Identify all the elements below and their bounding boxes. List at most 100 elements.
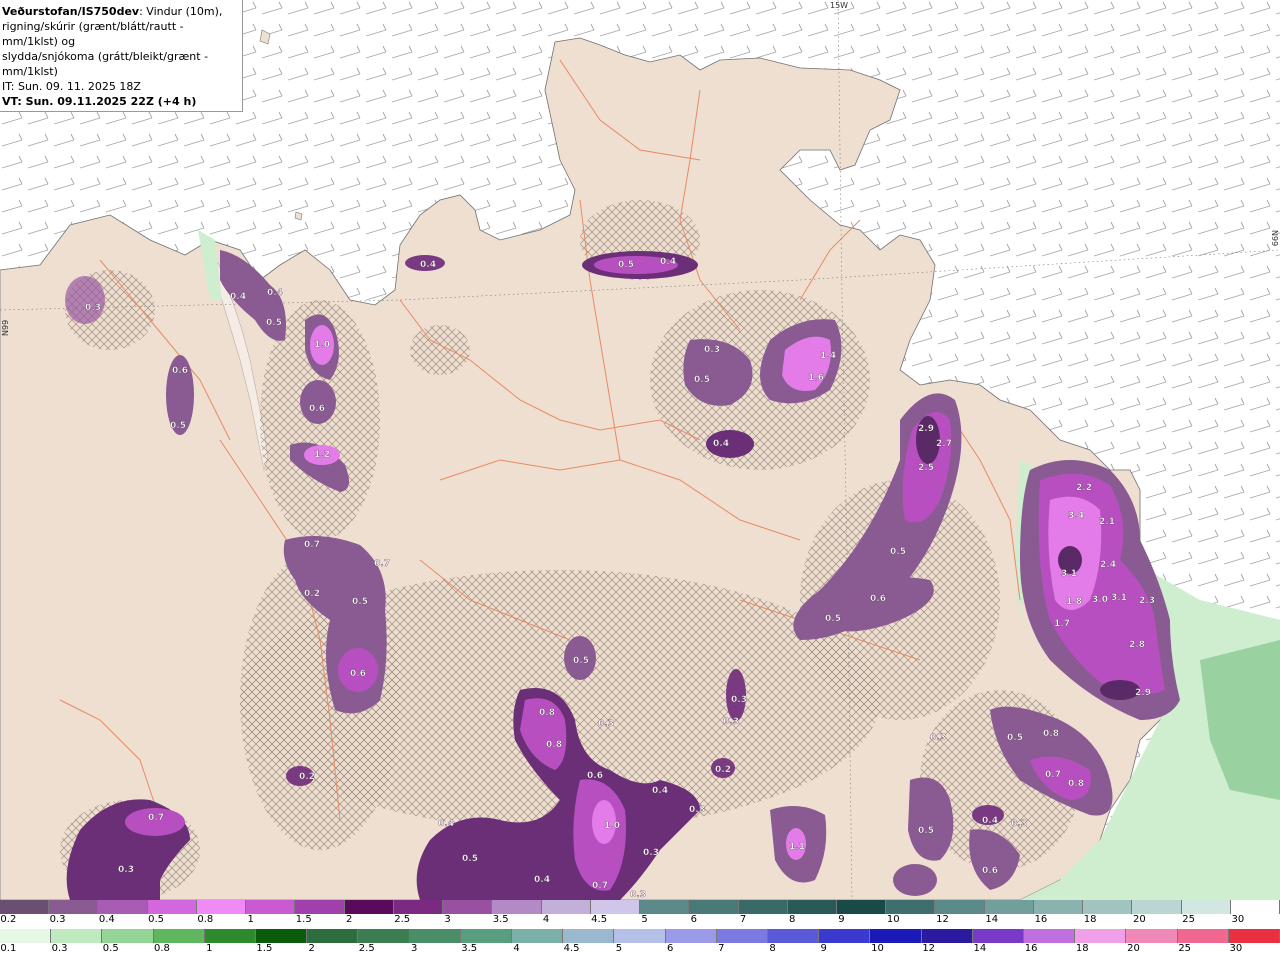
legend-swatch [768,929,820,943]
precip-value: 2.9 [1135,688,1151,698]
precip-value: 1.0 [604,821,620,831]
precip-value: 0.3 [930,733,946,743]
precip-value: 0.8 [546,740,562,750]
legend-swatch [409,929,461,943]
precip-value: 0.3 [630,890,646,900]
legend-rain-swatches [0,929,1280,943]
precip-value: 3.1 [1061,569,1077,579]
legend-label: 30 [1231,914,1245,925]
precip-value: 3.4 [1068,511,1084,521]
legend-label: 9 [838,914,845,925]
valid-time: VT: Sun. 09.11.2025 22Z (+4 h) [2,95,197,108]
legend-label: 16 [1024,943,1038,954]
legend-label: 0.8 [154,943,170,954]
legend-label: 7 [739,914,747,925]
legend-label: 10 [886,914,900,925]
precip-value: 1.2 [314,450,330,460]
legend-swatch [295,900,345,914]
legend-label: 12 [922,943,936,954]
legend-label: 8 [769,943,776,954]
legend-label: 1.5 [295,914,312,925]
legend-label: 1 [206,943,213,954]
legend-swatch [0,900,50,914]
legend-swatch [1228,929,1280,943]
legend-swatch [196,900,247,914]
precip-value: 3.0 [1092,595,1108,605]
precip-value: 0.3 [643,848,659,858]
legend-label: 2.5 [394,914,411,925]
legend-label: 2 [308,943,315,954]
precip-value: 0.6 [350,669,366,679]
legend-rain-labels: 0.1 0.3 0.5 0.8 1 1.5 2 2.5 3 3.5 4 4.5 5 6 7 8 9 10 12 14 1… [0,943,1280,957]
legend-label: 3 [444,914,451,925]
legend-label: 7 [718,943,725,954]
precip-value: 0.5 [170,421,186,431]
legend-label: 14 [985,914,999,925]
precip-value: 0.5 [890,547,906,557]
legend-snow-swatches [0,900,1280,914]
precip-value: 0.6 [982,866,998,876]
precip-value: 0.3 [723,717,739,727]
legend-swatch [716,929,769,943]
legend-label: 5 [615,943,623,954]
legend-label: 0.3 [51,943,68,954]
legend-swatch [921,929,973,943]
legend-swatch [1024,929,1076,943]
precip-value: 0.8 [1043,729,1059,739]
precip-value: 0.3 [704,345,720,355]
model-title: Veðurstofan/IS750dev [2,5,140,18]
legend-swatch [1132,900,1182,914]
legend-label: 0.5 [102,943,119,954]
legend-swatch [738,900,788,914]
legend-swatch [98,900,148,914]
precip-value: 0.6 [587,771,603,781]
precip-value: 2.4 [1100,560,1116,570]
precip-value: 0.6 [309,404,325,414]
precip-value: 0.3 [689,805,705,815]
precip-value: 1.0 [314,340,330,350]
legend-label: 4 [513,943,520,954]
legend-label: 0.8 [197,914,214,925]
legend-label: 25 [1178,943,1192,954]
precip-value: 0.6 [172,366,188,376]
legend-swatch [614,929,666,943]
precip-value: 0.3 [731,695,747,705]
precip-value: 2.3 [1139,596,1155,606]
legend-swatch [204,929,257,943]
legend-swatch [1230,900,1280,914]
legend-label: 2 [345,914,353,925]
legend-label: 3.5 [492,914,509,925]
legend-swatch [886,900,936,914]
precip-value: 0.5 [573,656,589,666]
precip-value: 0.3 [1011,819,1027,829]
precip-value: 0.5 [352,597,368,607]
legend-label: 6 [666,943,674,954]
precip-value: 0.5 [694,375,710,385]
precip-value: 0.5 [825,614,841,624]
legend-swatch [1181,900,1231,914]
desc-line-3: slydda/snjókoma (grátt/bleikt/grænt - mm… [2,50,209,78]
precip-value: 0.5 [1007,733,1023,743]
legend-swatch [147,900,197,914]
legend-label: 1.5 [256,943,273,954]
precip-value: 0.7 [374,559,390,569]
grid-label-right: N99 [1270,230,1279,246]
legend-swatch [512,929,564,943]
legend-swatch [49,900,99,914]
legend-label: 3 [410,943,418,954]
legend-swatch [1126,929,1178,943]
precip-value: 2.9 [918,424,934,434]
precip-value: 2.1 [1099,517,1115,527]
precip-value: 1.7 [1054,619,1070,629]
precip-value: 0.6 [870,594,886,604]
legend-swatch [640,900,690,914]
precip-value: 0.3 [598,719,614,729]
grid-label-top: 15W [830,1,848,10]
legend-swatch [246,900,296,914]
legend-swatch [1177,929,1229,943]
precip-value: 2.5 [918,463,934,473]
precip-value: 0.5 [266,318,282,328]
precip-value: 0.2 [299,772,315,782]
precip-value: 0.5 [618,260,634,270]
precip-value: 1.8 [1066,597,1082,607]
